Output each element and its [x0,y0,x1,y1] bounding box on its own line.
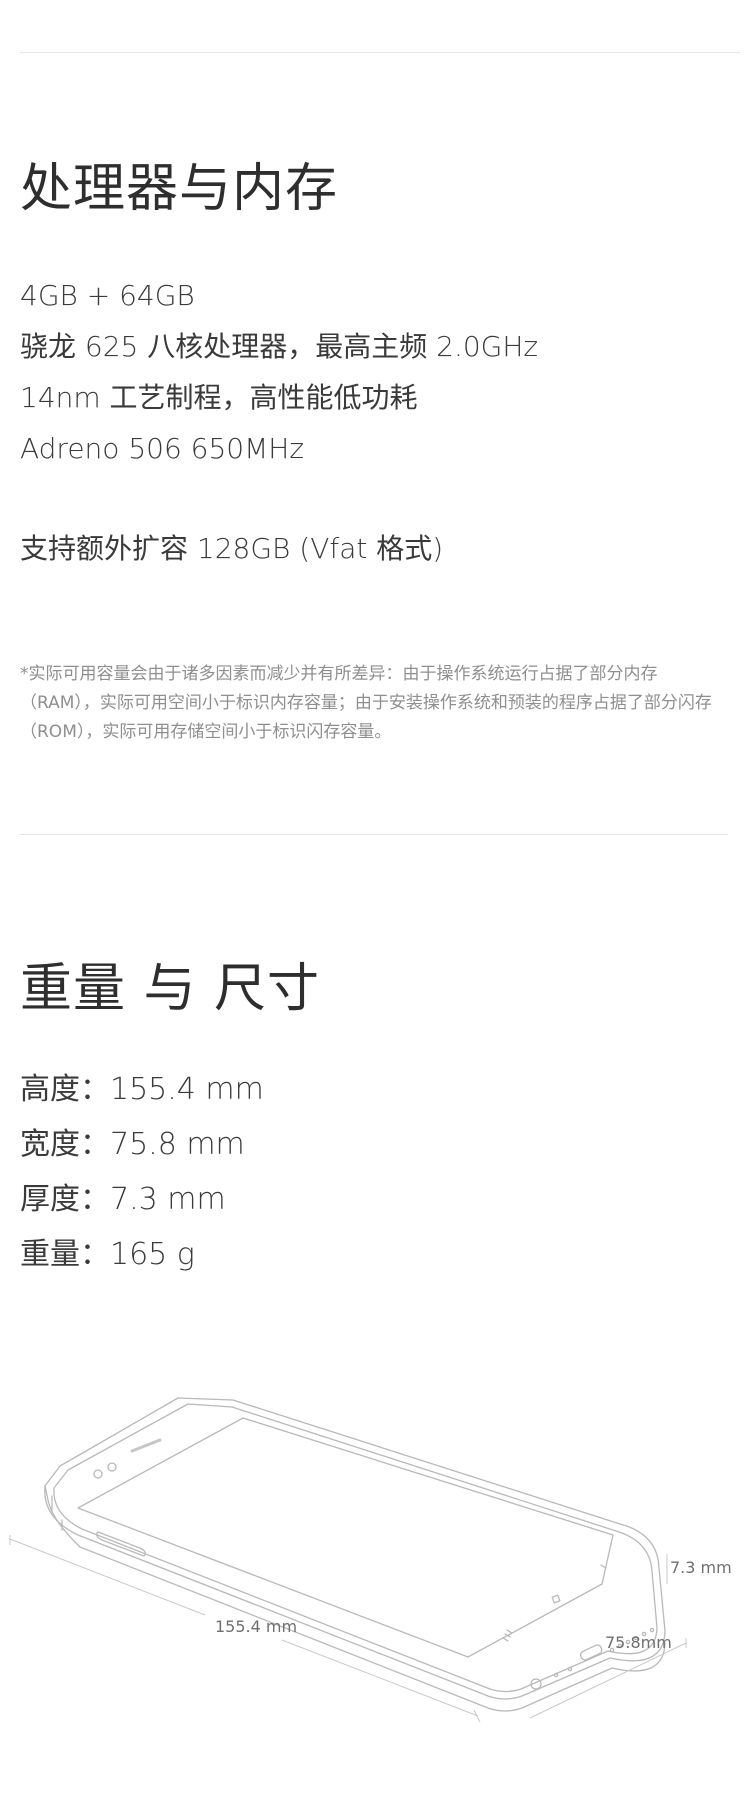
spec-process-node: 14nm 工艺制程，高性能低功耗 [20,381,418,414]
width-label: 75.8mm [605,1633,672,1652]
phone-screen [77,1417,614,1658]
length-label: 155.4 mm [215,1617,297,1636]
processor-spec-list: 4GB + 64GB 骁龙 625 八核处理器，最高主频 2.0GHz 14nm… [20,270,538,474]
phone-body-outline [44,1397,666,1700]
front-sensor [107,1462,117,1472]
front-camera [93,1469,103,1479]
spec-width: 宽度：75.8 mm [20,1127,245,1162]
menu-key [502,1629,513,1642]
dimension-spec-list: 高度：155.4 mm 宽度：75.8 mm 厚度：7.3 mm 重量：165 … [20,1062,264,1282]
spec-thickness: 厚度：7.3 mm [20,1182,226,1217]
top-divider [20,52,740,53]
weight-dimensions-title: 重量 与 尺寸 [20,959,321,1019]
phone-side-edge [44,1485,666,1712]
length-dimension-line-left [9,1538,206,1616]
storage-expansion: 支持额外扩容 128GB (Vfat 格式) [20,532,444,565]
section-divider [20,834,728,835]
spec-height: 高度：155.4 mm [20,1072,264,1107]
processor-memory-title: 处理器与内存 [20,159,339,219]
back-key [600,1564,607,1569]
home-key [551,1594,561,1604]
spec-gpu: Adreno 506 650MHz [20,432,305,465]
capacity-footnote: *实际可用容量会由于诸多因素而减少并有所差异：由于操作系统运行占据了部分内存（R… [20,664,712,742]
width-dimension-line [529,1642,687,1719]
thickness-label: 7.3 mm [670,1558,732,1577]
length-dimension-line-right [281,1639,479,1717]
spec-weight: 重量：165 g [20,1237,195,1272]
spec-processor: 骁龙 625 八核处理器，最高主频 2.0GHz [20,330,539,363]
earpiece [130,1438,162,1453]
spec-memory-storage: 4GB + 64GB [20,279,195,312]
phone-dimension-illustration: 155.4 mm 75.8mm 7.3 mm [9,1397,732,1723]
